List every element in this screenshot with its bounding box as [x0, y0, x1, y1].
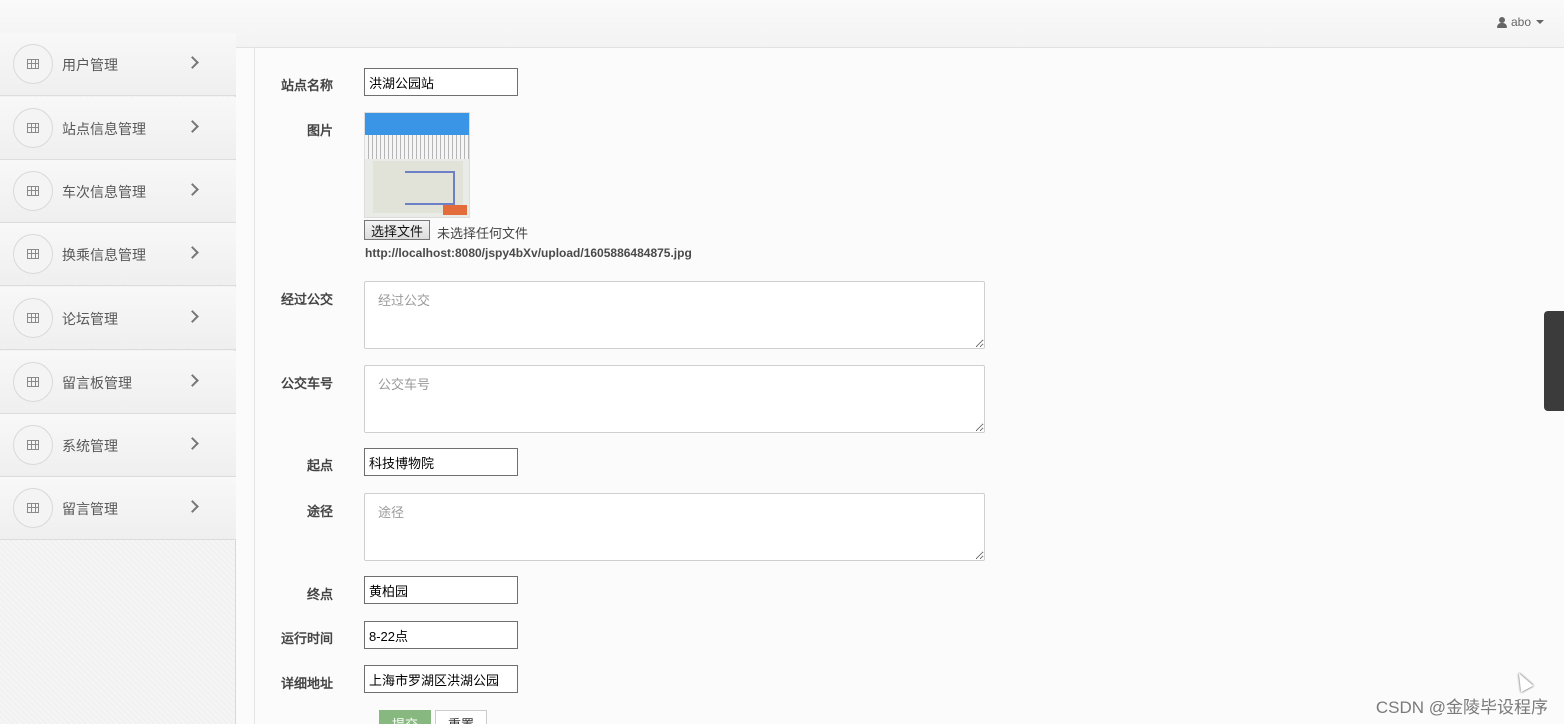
user-icon [1496, 16, 1507, 28]
settings-toggle-tab[interactable] [1544, 311, 1564, 411]
chevron-right-icon [186, 56, 199, 69]
start-input[interactable] [364, 448, 518, 476]
chevron-right-icon [186, 374, 199, 387]
bus-number-textarea[interactable] [364, 365, 985, 433]
sidebar-item-label: 换乘信息管理 [62, 247, 146, 263]
sidebar-item-stations[interactable]: 站点信息管理 [0, 97, 236, 160]
submit-button[interactable]: 提交 [379, 710, 431, 724]
caret-down-icon [1536, 20, 1544, 24]
grid-icon [13, 234, 53, 274]
choose-file-button[interactable]: 选择文件 [364, 220, 431, 240]
user-name: abo [1510, 15, 1531, 29]
route-textarea[interactable] [364, 493, 985, 561]
sidebar: 用户管理 站点信息管理 车次信息管理 换乘信息管理 论坛管理 留言板管理 系统管… [0, 33, 236, 724]
chevron-right-icon [186, 120, 199, 133]
station-name-label: 站点名称 [280, 78, 333, 93]
file-status: 未选择任何文件 [437, 226, 529, 241]
route-label: 途径 [306, 504, 333, 519]
sidebar-item-label: 留言板管理 [62, 375, 132, 391]
sidebar-item-message-board[interactable]: 留言板管理 [0, 351, 236, 414]
sidebar-item-label: 系统管理 [62, 438, 118, 454]
chevron-right-icon [186, 246, 199, 259]
chevron-right-icon [186, 310, 199, 323]
image-url: http://localhost:8080/jspy4bXv/upload/16… [365, 246, 692, 260]
sidebar-item-label: 站点信息管理 [62, 121, 146, 137]
grid-icon [13, 362, 53, 402]
end-input[interactable] [364, 576, 518, 604]
grid-icon [13, 44, 53, 84]
station-name-input[interactable] [364, 68, 518, 96]
passing-bus-textarea[interactable] [364, 281, 985, 349]
main-content: 站点名称 图片 选择文件 未选择任何文件 http://localhost:80… [237, 48, 1564, 724]
sidebar-item-system[interactable]: 系统管理 [0, 414, 236, 477]
sidebar-item-users[interactable]: 用户管理 [0, 33, 236, 96]
address-label: 详细地址 [280, 676, 333, 691]
grid-icon [13, 298, 53, 338]
sidebar-item-label: 留言管理 [62, 501, 118, 517]
sidebar-item-trips[interactable]: 车次信息管理 [0, 160, 236, 223]
watermark: CSDN @金陵毕设程序 [1375, 698, 1548, 717]
start-label: 起点 [306, 458, 333, 473]
grid-icon [13, 425, 53, 465]
grid-icon [13, 108, 53, 148]
sidebar-item-transfers[interactable]: 换乘信息管理 [0, 223, 236, 286]
image-label: 图片 [306, 123, 333, 138]
run-time-input[interactable] [364, 621, 518, 649]
chevron-right-icon [186, 500, 199, 513]
reset-button[interactable]: 重置 [435, 710, 487, 724]
bus-number-label: 公交车号 [280, 376, 333, 391]
sidebar-item-messages[interactable]: 留言管理 [0, 477, 236, 540]
sidebar-item-label: 用户管理 [62, 57, 118, 73]
grid-icon [13, 171, 53, 211]
address-input[interactable] [364, 665, 518, 693]
chevron-right-icon [186, 437, 199, 450]
user-menu[interactable]: abo [1496, 15, 1544, 29]
grid-icon [13, 488, 53, 528]
image-preview [364, 112, 470, 218]
chevron-right-icon [186, 183, 199, 196]
end-label: 终点 [306, 587, 333, 602]
sidebar-item-label: 车次信息管理 [62, 184, 146, 200]
passing-bus-label: 经过公交 [280, 292, 333, 307]
sidebar-item-label: 论坛管理 [62, 311, 118, 327]
run-time-label: 运行时间 [280, 631, 333, 646]
sidebar-item-forum[interactable]: 论坛管理 [0, 287, 236, 350]
